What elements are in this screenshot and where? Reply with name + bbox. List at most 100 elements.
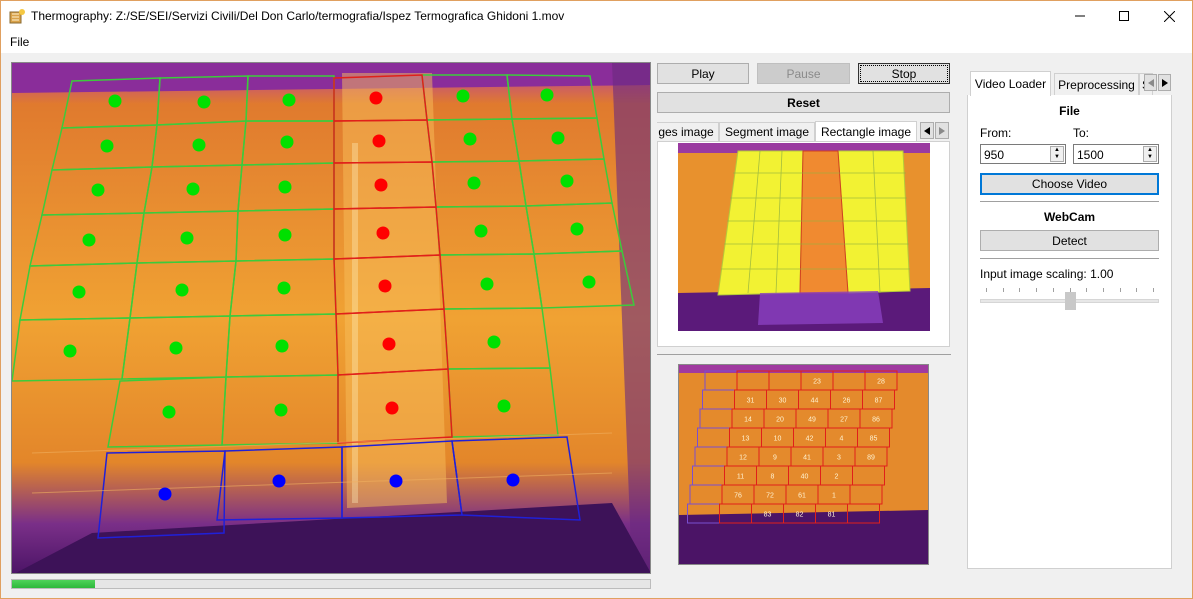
- maximize-icon: [1119, 11, 1129, 21]
- panel-marker-ok: [197, 95, 211, 109]
- video-progress-bar[interactable]: [11, 579, 651, 589]
- from-spinbox[interactable]: 950 ▲ ▼: [980, 144, 1066, 164]
- panel-marker-ok: [560, 174, 574, 188]
- panel-marker-fault: [369, 91, 383, 105]
- close-icon: [1163, 10, 1175, 22]
- panel-number-label: 28: [877, 379, 885, 386]
- panel-marker-ok: [186, 182, 200, 196]
- thermal-frame: [12, 63, 650, 573]
- panel-marker-ok: [72, 285, 86, 299]
- panel-marker-ok: [275, 339, 289, 353]
- detect-button[interactable]: Detect: [980, 230, 1159, 251]
- to-value: 1500: [1077, 148, 1104, 162]
- slider-tick: [1052, 288, 1054, 292]
- play-button[interactable]: Play: [657, 63, 749, 84]
- panel-marker-ok: [280, 135, 294, 149]
- side-tabs-scroll-left-button[interactable]: [1144, 74, 1157, 91]
- from-spin-arrows[interactable]: ▲ ▼: [1050, 146, 1064, 162]
- panel-number-label: 1: [832, 493, 836, 500]
- spin-up-icon[interactable]: ▲: [1051, 147, 1063, 154]
- panel-marker-ok: [82, 233, 96, 247]
- tabs-scroll-right-button[interactable]: [935, 122, 949, 139]
- tab-ges-image[interactable]: ges image: [657, 122, 719, 141]
- spin-down-icon[interactable]: ▼: [1051, 154, 1063, 161]
- spin-up-icon[interactable]: ▲: [1144, 147, 1156, 154]
- spin-down-icon[interactable]: ▼: [1144, 154, 1156, 161]
- panel-marker-fault: [378, 279, 392, 293]
- panel-marker-ok: [474, 224, 488, 238]
- panel-marker-ok: [463, 132, 477, 146]
- minimize-button[interactable]: [1057, 1, 1103, 31]
- pane-separator: [657, 354, 951, 355]
- side-tabs-scroll-right-button[interactable]: [1158, 74, 1171, 91]
- panel-number-label: 27: [840, 417, 848, 424]
- panel-marker-ok: [278, 228, 292, 242]
- panel-number-label: 30: [779, 398, 787, 405]
- panel-marker-ok: [63, 344, 77, 358]
- app-icon: [9, 8, 25, 24]
- panel-marker-ok: [91, 183, 105, 197]
- divider: [980, 201, 1159, 202]
- rectangle-image-preview: [678, 143, 930, 331]
- to-spinbox[interactable]: 1500 ▲ ▼: [1073, 144, 1159, 164]
- panel-number-label: 85: [870, 436, 878, 443]
- panel-number-label: 87: [875, 398, 883, 405]
- panel-marker-excluded: [506, 473, 520, 487]
- panel-number-label: 4: [840, 436, 844, 443]
- tab-segment-image[interactable]: Segment image: [719, 122, 815, 141]
- panel-marker-excluded: [158, 487, 172, 501]
- panel-marker-ok: [282, 93, 296, 107]
- panel-number-label: 26: [843, 398, 851, 405]
- app-window: Thermography: Z:/SE/SEI/Servizi Civili/D…: [0, 0, 1193, 599]
- slider-handle[interactable]: [1064, 292, 1076, 310]
- stop-button[interactable]: Stop: [858, 63, 950, 84]
- menu-file[interactable]: File: [10, 35, 29, 49]
- panel-number-label: 42: [806, 436, 814, 443]
- panel-marker-fault: [374, 178, 388, 192]
- panel-marker-ok: [277, 281, 291, 295]
- slider-tick: [986, 288, 987, 292]
- panel-number-label: 23: [813, 379, 821, 386]
- webcam-section-title: WebCam: [1043, 210, 1096, 224]
- panel-marker-fault: [376, 226, 390, 240]
- from-label: From:: [980, 126, 1012, 140]
- panel-marker-fault: [382, 337, 396, 351]
- panel-number-label: 41: [803, 455, 811, 462]
- thermal-video-view[interactable]: [11, 62, 651, 574]
- tab-video-loader[interactable]: Video Loader: [970, 71, 1051, 96]
- panel-number-label: 89: [867, 455, 875, 462]
- menu-bar: File: [1, 31, 1192, 53]
- video-progress-fill: [12, 580, 95, 588]
- chevron-left-icon: [1147, 78, 1154, 87]
- choose-video-button[interactable]: Choose Video: [980, 173, 1159, 195]
- panel-number-label: 11: [737, 474, 744, 481]
- panel-marker-ok: [467, 176, 481, 190]
- panel-marker-ok: [278, 180, 292, 194]
- panel-number-label: 20: [776, 417, 784, 424]
- panel-marker-ok: [487, 335, 501, 349]
- panel-number-label: 9: [773, 455, 777, 462]
- panel-number-label: 40: [801, 474, 809, 481]
- close-button[interactable]: [1146, 1, 1192, 31]
- panel-number-label: 31: [747, 398, 755, 405]
- tab-preprocessing[interactable]: Preprocessing: [1054, 73, 1139, 95]
- panel-marker-excluded: [272, 474, 286, 488]
- slider-tick: [1086, 288, 1088, 292]
- panel-number-label: 3: [837, 455, 841, 462]
- to-spin-arrows[interactable]: ▲ ▼: [1143, 146, 1157, 162]
- panel-number-label: 8: [771, 474, 775, 481]
- panel-marker-ok: [274, 403, 288, 417]
- file-section-title: File: [1059, 104, 1080, 118]
- from-value: 950: [984, 148, 1005, 162]
- tabs-scroll-left-button[interactable]: [920, 122, 934, 139]
- maximize-button[interactable]: [1101, 1, 1147, 31]
- panel-number-label: 2: [835, 474, 839, 481]
- panel-marker-ok: [108, 94, 122, 108]
- reset-button[interactable]: Reset: [657, 92, 950, 113]
- pause-button[interactable]: Pause: [757, 63, 850, 84]
- image-tab-bar: ges image Segment image Rectangle image: [657, 121, 949, 141]
- tab-rectangle-image[interactable]: Rectangle image: [815, 121, 917, 141]
- panel-number-label: 76: [734, 493, 742, 500]
- chevron-right-icon: [1161, 78, 1168, 87]
- panel-number-label: 83: [764, 512, 772, 519]
